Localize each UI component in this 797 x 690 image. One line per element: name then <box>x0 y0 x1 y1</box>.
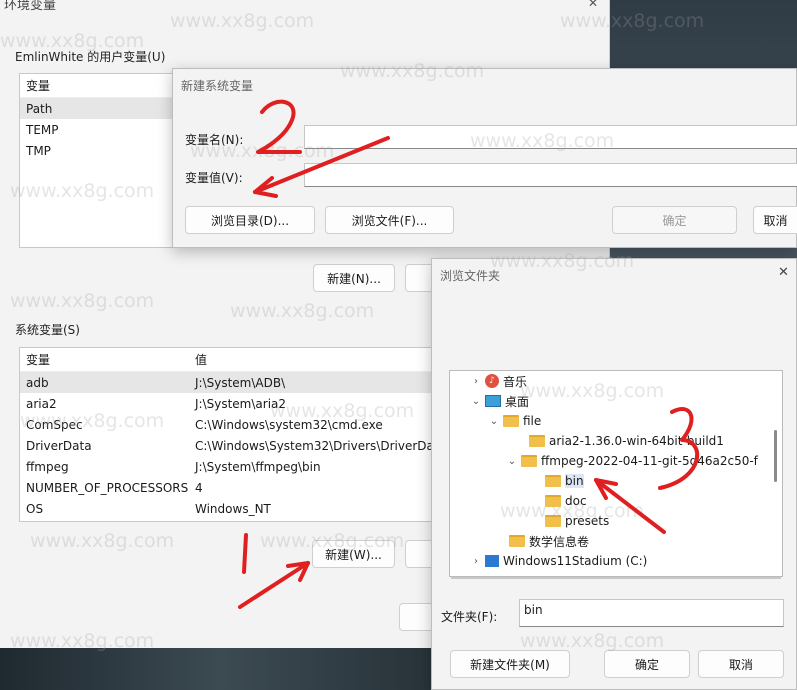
variable-value-input[interactable] <box>304 163 797 187</box>
system-vars-group-label: 系统变量(S) <box>15 323 80 337</box>
folder-input[interactable]: bin <box>519 599 784 627</box>
table-row[interactable]: ComSpec C:\Windows\system32\cmd.exe <box>20 414 438 435</box>
tree-item-bin[interactable]: bin <box>542 471 584 491</box>
tree-item-file[interactable]: ⌄ file <box>488 411 541 431</box>
dialog-title: 新建系统变量 <box>181 79 254 93</box>
cancel-button[interactable]: 取消 <box>698 650 784 678</box>
folder-icon <box>545 475 561 487</box>
desktop-icon <box>485 395 501 407</box>
user-vars-group-label: EmlinWhite 的用户变量(U) <box>15 50 166 64</box>
new-folder-button[interactable]: 新建文件夹(M) <box>450 650 570 678</box>
drive-icon <box>485 555 499 567</box>
table-row[interactable]: OS Windows_NT <box>20 498 438 519</box>
folder-label: 文件夹(F): <box>441 610 498 624</box>
new-system-variable-dialog: 新建系统变量 变量名(N): 变量值(V): 浏览目录(D)... 浏览文件(F… <box>172 68 797 248</box>
tree-horizontal-scrollbar[interactable] <box>451 577 781 579</box>
table-row[interactable]: DriverData C:\Windows\System32\Drivers\Dr… <box>20 435 438 456</box>
browse-directory-button[interactable]: 浏览目录(D)... <box>185 206 315 234</box>
folder-icon <box>521 455 537 467</box>
folder-tree[interactable]: › ♪ 音乐 ⌄ 桌面 ⌄ file aria2-1.36.0-win-64bit-bu… <box>449 370 783 577</box>
tree-scrollbar[interactable] <box>774 430 777 482</box>
close-icon[interactable]: ✕ <box>588 0 602 10</box>
tree-item-drive[interactable]: › Windows11Stadium (C:) <box>470 551 647 571</box>
cancel-button[interactable]: 取消 <box>753 206 797 234</box>
folder-icon <box>545 515 561 527</box>
chevron-right-icon[interactable]: › <box>470 376 482 387</box>
tree-item-music[interactable]: › ♪ 音乐 <box>470 371 527 391</box>
tree-item-doc[interactable]: doc <box>542 491 587 511</box>
browse-file-button[interactable]: 浏览文件(F)... <box>325 206 454 234</box>
close-icon[interactable]: ✕ <box>778 265 789 280</box>
folder-icon <box>509 535 525 547</box>
table-row[interactable]: NUMBER_OF_PROCESSORS 4 <box>20 477 438 498</box>
folder-icon <box>545 495 561 507</box>
table-row[interactable]: adb J:\System\ADB\ <box>20 372 438 393</box>
table-row[interactable]: ffmpeg J:\System\ffmpeg\bin <box>20 456 438 477</box>
chevron-down-icon[interactable]: ⌄ <box>488 416 500 427</box>
tree-item-aria2[interactable]: aria2-1.36.0-win-64bit-build1 <box>526 431 724 451</box>
user-new-button[interactable]: 新建(N)... <box>313 264 395 292</box>
chevron-right-icon[interactable]: › <box>470 556 482 567</box>
dialog-title: 浏览文件夹 <box>440 269 501 283</box>
table-row[interactable]: aria2 J:\System\aria2 <box>20 393 438 414</box>
variable-value-label: 变量值(V): <box>185 171 243 185</box>
music-icon: ♪ <box>485 374 499 388</box>
ok-button[interactable]: 确定 <box>612 206 737 234</box>
tree-item-desktop[interactable]: ⌄ 桌面 <box>470 391 529 411</box>
desktop-background-bottom <box>0 645 440 690</box>
system-vars-list[interactable]: 变量 值 adb J:\System\ADB\ aria2 J:\System\ar… <box>19 347 439 522</box>
folder-icon <box>529 435 545 447</box>
ok-button[interactable]: 确定 <box>604 650 690 678</box>
column-header-value: 值 <box>195 353 208 367</box>
env-ok-button[interactable] <box>399 603 435 631</box>
env-window-title: 环境变量 <box>4 0 57 13</box>
system-new-button[interactable]: 新建(W)... <box>312 540 395 568</box>
column-header-variable: 变量 <box>26 79 51 93</box>
system-vars-header: 变量 值 <box>20 348 438 372</box>
tree-item-ffmpeg[interactable]: ⌄ ffmpeg-2022-04-11-git-5d46a2c50-f <box>506 451 758 471</box>
chevron-down-icon[interactable]: ⌄ <box>470 396 482 407</box>
column-header-variable: 变量 <box>26 353 51 367</box>
chevron-down-icon[interactable]: ⌄ <box>506 456 518 467</box>
variable-name-input[interactable] <box>304 125 797 149</box>
variable-name-label: 变量名(N): <box>185 133 244 147</box>
tree-item-presets[interactable]: presets <box>542 511 609 531</box>
tree-item-math[interactable]: 数学信息卷 <box>506 531 589 551</box>
folder-icon <box>503 415 519 427</box>
